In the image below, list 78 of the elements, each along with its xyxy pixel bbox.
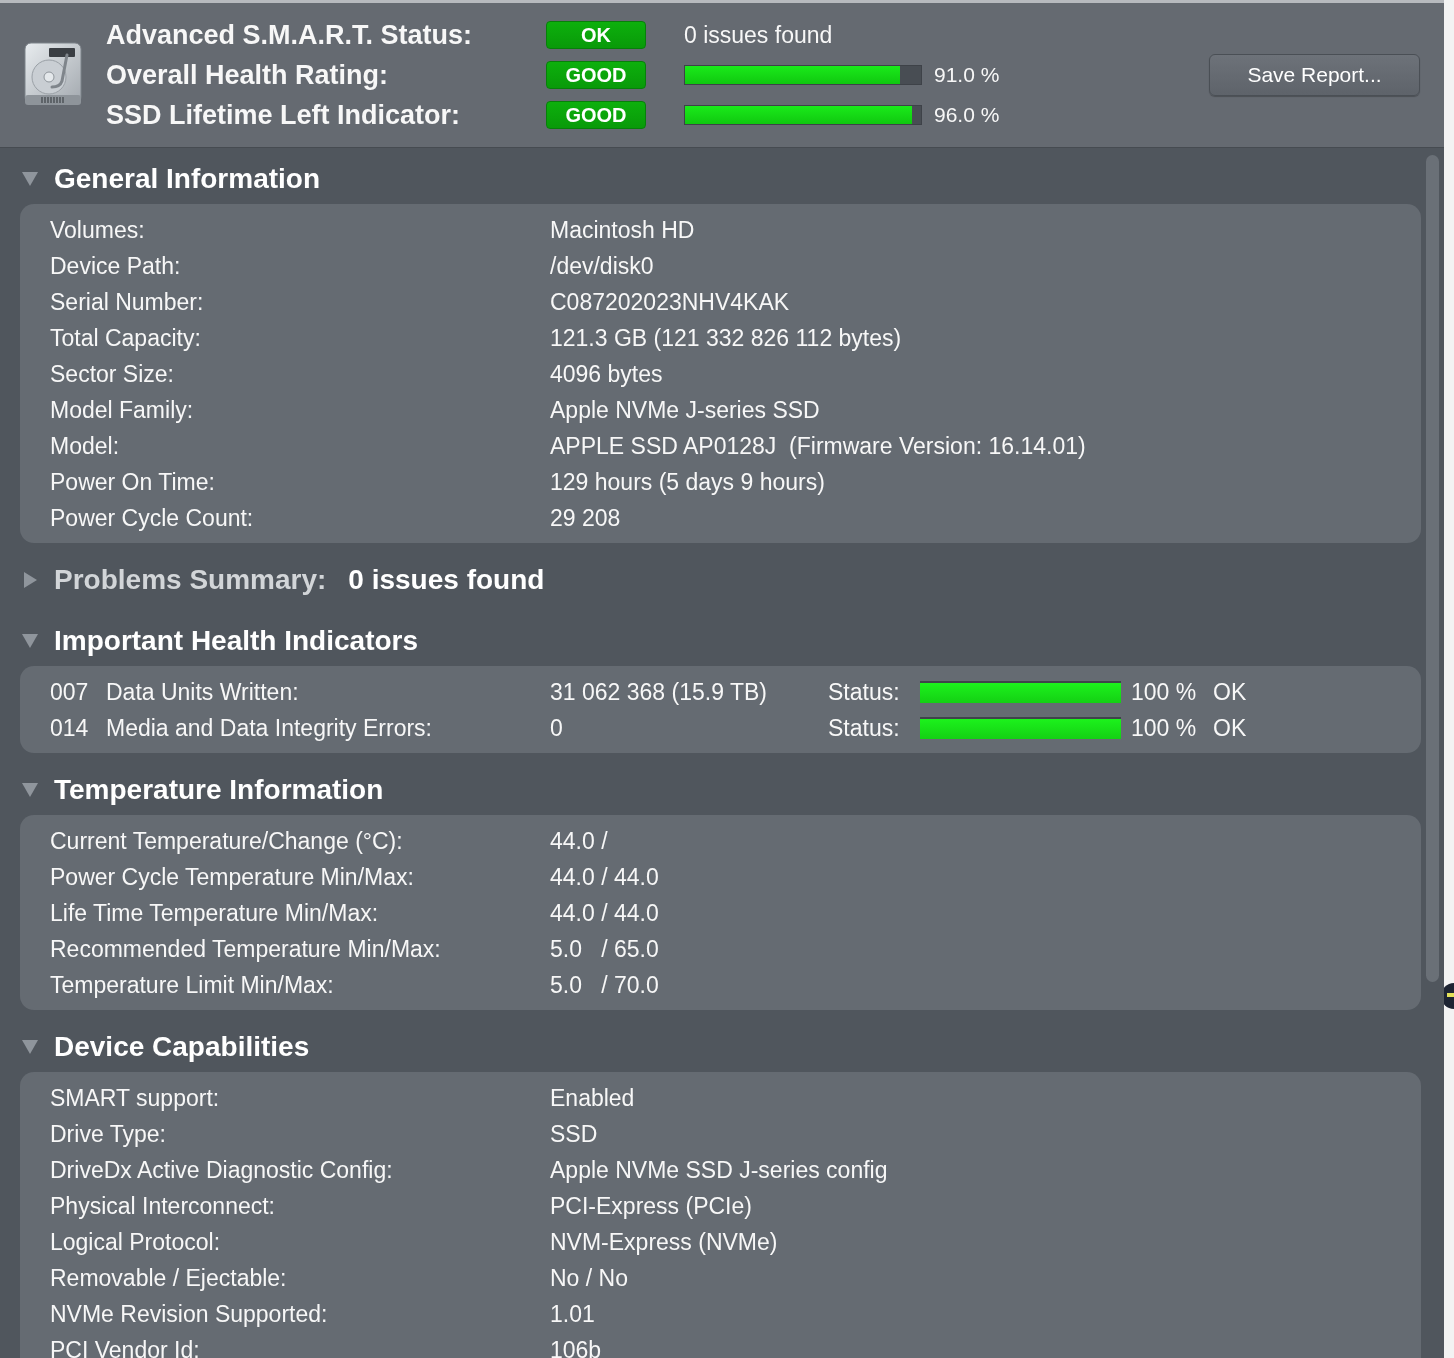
summary-text: 0 issues found <box>348 564 545 596</box>
section-title: General Information <box>54 163 321 195</box>
status-label: Status: <box>828 714 900 742</box>
field-label: Volumes: <box>50 216 145 244</box>
field-label: Current Temperature/Change (°C): <box>50 827 403 855</box>
disclosure-triangle-icon[interactable] <box>22 633 38 649</box>
attribute-value: 0 <box>550 714 563 742</box>
attribute-id: 014 <box>50 714 89 742</box>
field-label: Removable / Ejectable: <box>50 1264 287 1292</box>
field-value: 4096 bytes <box>550 360 663 388</box>
field-label: SMART support: <box>50 1084 220 1112</box>
status-label: Overall Health Rating: <box>106 59 390 91</box>
field-value: Enabled <box>550 1084 635 1112</box>
disclosure-triangle-icon[interactable] <box>22 572 38 588</box>
percent-reading: 100 % <box>1131 714 1197 742</box>
section-title: Temperature Information <box>54 774 384 806</box>
field-label: Temperature Limit Min/Max: <box>50 971 334 999</box>
disclosure-triangle-icon[interactable] <box>22 1039 38 1055</box>
field-label: Device Path: <box>50 252 181 280</box>
field-value: Apple NVMe SSD J-series config <box>550 1156 888 1184</box>
field-label: Power Cycle Count: <box>50 504 254 532</box>
status-badge: OK <box>546 21 646 49</box>
percent-reading: 100 % <box>1131 678 1197 706</box>
field-label: PCI Vendor Id: <box>50 1336 200 1358</box>
section-title: Problems Summary: <box>54 564 327 596</box>
attribute-id: 007 <box>50 678 89 706</box>
section-title: Important Health Indicators <box>54 625 419 657</box>
field-label: Power Cycle Temperature Min/Max: <box>50 863 414 891</box>
field-label: Sector Size: <box>50 360 174 388</box>
attribute-value: 31 062 368 (15.9 TB) <box>550 678 767 706</box>
field-value: SSD <box>550 1120 598 1148</box>
meter-reading: 91.0 % <box>934 63 1000 87</box>
field-label: Model Family: <box>50 396 194 424</box>
field-label: Recommended Temperature Min/Max: <box>50 935 441 963</box>
field-label: Total Capacity: <box>50 324 201 352</box>
field-value: 5.0 / 70.0 <box>550 971 659 999</box>
field-label: Logical Protocol: <box>50 1228 221 1256</box>
disclosure-triangle-icon[interactable] <box>22 782 38 798</box>
field-label: Physical Interconnect: <box>50 1192 275 1220</box>
field-label: Model: <box>50 432 120 460</box>
field-label: Power On Time: <box>50 468 215 496</box>
status-label: SSD Lifetime Left Indicator: <box>106 99 462 131</box>
disclosure-triangle-icon[interactable] <box>22 171 38 187</box>
attribute-name: Data Units Written: <box>106 678 299 706</box>
field-value: 121.3 GB (121 332 826 112 bytes) <box>550 324 902 352</box>
field-value: PCI-Express (PCIe) <box>550 1192 752 1220</box>
field-label: Life Time Temperature Min/Max: <box>50 899 379 927</box>
field-value: NVM-Express (NVMe) <box>550 1228 778 1256</box>
field-value: Apple NVMe J-series SSD <box>550 396 820 424</box>
field-value: 129 hours (5 days 9 hours) <box>550 468 825 496</box>
field-value: Macintosh HD <box>550 216 695 244</box>
field-label: DriveDx Active Diagnostic Config: <box>50 1156 393 1184</box>
attribute-name: Media and Data Integrity Errors: <box>106 714 432 742</box>
status-text: OK <box>1213 714 1247 742</box>
field-value: 29 208 <box>550 504 621 532</box>
status-label: Advanced S.M.A.R.T. Status: <box>106 19 474 51</box>
save-report-button[interactable]: Save Report... <box>1209 54 1420 96</box>
field-value: 1.01 <box>550 1300 595 1328</box>
status-label: Status: <box>828 678 900 706</box>
status-badge: GOOD <box>546 101 646 129</box>
field-value: 5.0 / 65.0 <box>550 935 659 963</box>
field-label: NVMe Revision Supported: <box>50 1300 328 1328</box>
field-value: /dev/disk0 <box>550 252 654 280</box>
scrollbar-thumb[interactable] <box>1426 155 1439 982</box>
field-label: Drive Type: <box>50 1120 166 1148</box>
issues-text: 0 issues found <box>684 21 833 49</box>
field-label: Serial Number: <box>50 288 204 316</box>
section-title: Device Capabilities <box>54 1031 310 1063</box>
field-value: 44.0 / 44.0 <box>550 899 659 927</box>
status-text: OK <box>1213 678 1247 706</box>
field-value: 44.0 / <box>550 827 608 855</box>
field-value: 106b <box>550 1336 602 1358</box>
status-badge: GOOD <box>546 61 646 89</box>
field-value: No / No <box>550 1264 628 1292</box>
field-value: APPLE SSD AP0128J (Firmware Version: 16.14.01) <box>550 432 1086 460</box>
meter-reading: 96.0 % <box>934 103 1000 127</box>
field-value: 44.0 / 44.0 <box>550 863 659 891</box>
field-value: C087202023NHV4KAK <box>550 288 790 316</box>
